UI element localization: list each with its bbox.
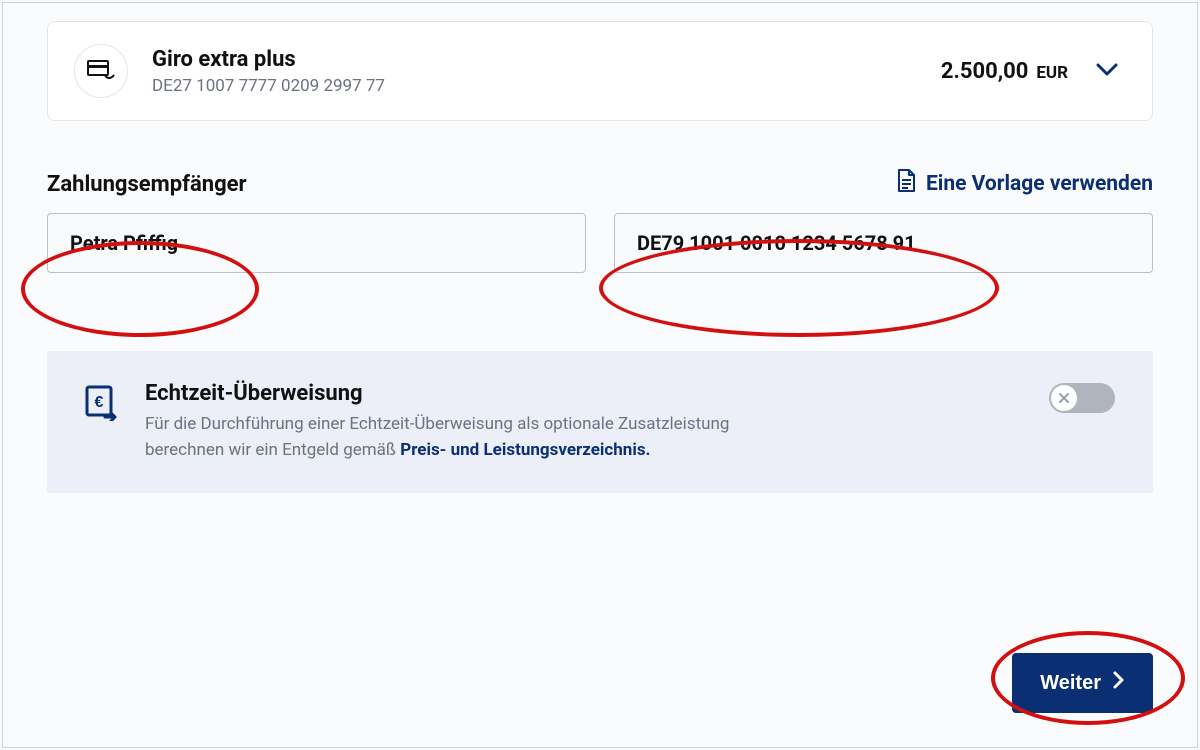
recipient-name-input[interactable]	[47, 213, 586, 273]
realtime-toggle[interactable]	[1049, 383, 1115, 413]
euro-transfer-icon: €	[85, 385, 119, 425]
price-list-link[interactable]: Preis- und Leistungsverzeichnis.	[400, 440, 650, 460]
account-info: Giro extra plus DE27 1007 7777 0209 2997…	[152, 47, 941, 96]
account-balance-wrap: 2.500,00 EUR	[941, 59, 1118, 84]
continue-label: Weiter	[1040, 672, 1101, 695]
account-iban: DE27 1007 7777 0209 2997 77	[152, 76, 941, 96]
realtime-title: Echtzeit-Überweisung	[145, 381, 1023, 406]
balance-amount: 2.500,00	[941, 59, 1029, 84]
recipient-label: Zahlungsempfänger	[47, 172, 247, 197]
chevron-down-icon[interactable]	[1096, 62, 1118, 81]
source-account-card[interactable]: Giro extra plus DE27 1007 7777 0209 2997…	[47, 21, 1153, 121]
use-template-link[interactable]: Eine Vorlage verwenden	[896, 169, 1153, 199]
footer-actions: Weiter	[1012, 653, 1153, 713]
chevron-right-icon	[1113, 671, 1125, 695]
balance-currency: EUR	[1036, 63, 1068, 83]
recipient-inputs	[47, 213, 1153, 273]
continue-button[interactable]: Weiter	[1012, 653, 1153, 713]
document-icon	[896, 169, 916, 199]
account-balance: 2.500,00 EUR	[941, 59, 1068, 84]
recipient-section-header: Zahlungsempfänger Eine Vorlage verwenden	[47, 169, 1153, 199]
realtime-description: Für die Durchführung einer Echtzeit-Über…	[145, 412, 805, 463]
realtime-text: Echtzeit-Überweisung Für die Durchführun…	[145, 381, 1023, 463]
account-name: Giro extra plus	[152, 47, 941, 72]
toggle-knob	[1051, 385, 1077, 411]
use-template-label: Eine Vorlage verwenden	[926, 172, 1153, 196]
account-icon	[74, 44, 128, 98]
realtime-transfer-panel: € Echtzeit-Überweisung Für die Durchführ…	[47, 351, 1153, 493]
page-container: Giro extra plus DE27 1007 7777 0209 2997…	[2, 2, 1198, 748]
svg-text:€: €	[95, 394, 104, 411]
recipient-iban-input[interactable]	[614, 213, 1153, 273]
